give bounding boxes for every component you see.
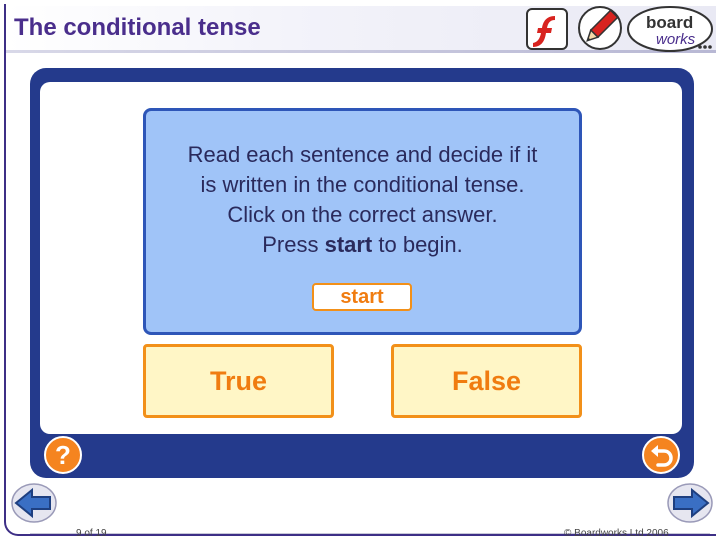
control-bar [40, 440, 682, 470]
instruction-text: Read each sentence and decide if it is w… [150, 140, 575, 260]
logo-works-text: works [656, 31, 696, 48]
flash-icon [524, 6, 570, 52]
question-icon: ? [55, 440, 71, 470]
logo-board-text: board [646, 13, 693, 32]
forward-arrow-icon [667, 483, 713, 523]
false-button[interactable]: False [391, 344, 582, 418]
undo-icon [651, 445, 673, 467]
back-arrow-icon [11, 483, 57, 523]
slide-counter: 9 of 19 [76, 528, 107, 539]
instruction-start-word: start [324, 232, 373, 257]
start-button[interactable]: start [312, 283, 412, 311]
reset-button[interactable] [642, 436, 680, 474]
page-title: The conditional tense [14, 14, 261, 41]
pencil-icon [576, 4, 624, 52]
instruction-line-2: is written in the conditional tense. [200, 172, 525, 197]
previous-slide-button[interactable] [10, 482, 58, 524]
boardworks-logo: board works [626, 4, 716, 60]
instruction-line-3: Click on the correct answer. [227, 202, 498, 227]
next-slide-button[interactable] [666, 482, 714, 524]
true-button[interactable]: True [143, 344, 334, 418]
instruction-line-1: Read each sentence and decide if it [187, 142, 538, 167]
instruction-line-4-suffix: to begin. [372, 232, 463, 257]
copyright-notice: © Boardworks Ltd 2006 [564, 528, 669, 539]
instruction-line-4: Press start to begin. [150, 230, 575, 260]
help-button[interactable]: ? [44, 436, 82, 474]
instruction-line-4-prefix: Press [262, 232, 325, 257]
